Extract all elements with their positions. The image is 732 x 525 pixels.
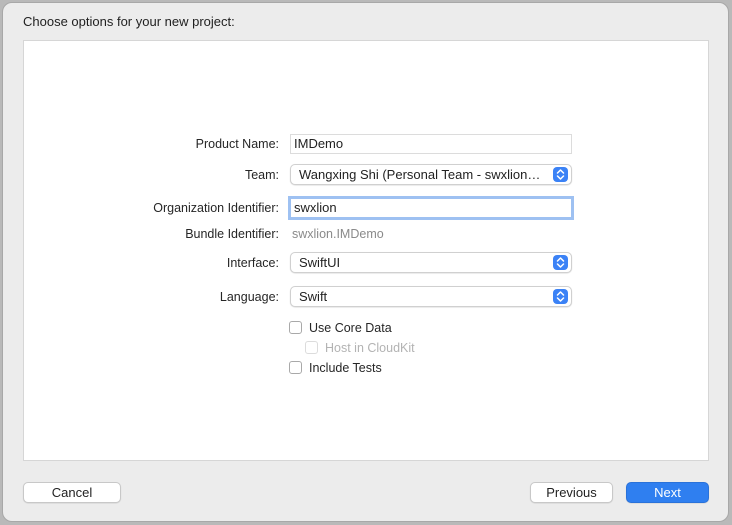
next-button[interactable]: Next [626, 482, 709, 503]
interface-row: Interface: SwiftUI [24, 251, 708, 275]
bundle-identifier-value: swxlion.IMDemo [292, 227, 384, 241]
previous-button[interactable]: Previous [530, 482, 613, 503]
organization-identifier-field[interactable]: swxlion [288, 196, 574, 220]
team-label: Team: [244, 168, 279, 182]
chevron-up-down-icon [553, 289, 568, 304]
interface-label: Interface: [226, 256, 279, 270]
host-in-cloudkit-label: Host in CloudKit [325, 341, 415, 355]
dialog-heading: Choose options for your new project: [23, 14, 235, 29]
team-popup[interactable]: Wangxing Shi (Personal Team - swxlion@..… [290, 164, 572, 185]
language-label: Language: [219, 290, 279, 304]
include-tests-checkbox[interactable] [289, 361, 302, 374]
chevron-up-down-icon [553, 167, 568, 182]
host-in-cloudkit-checkbox [305, 341, 318, 354]
bundle-identifier-row: Bundle Identifier: swxlion.IMDemo [24, 222, 708, 246]
team-row: Team: Wangxing Shi (Personal Team - swxl… [24, 163, 708, 187]
bundle-identifier-label: Bundle Identifier: [185, 227, 279, 241]
use-core-data-checkbox[interactable] [289, 321, 302, 334]
team-popup-value: Wangxing Shi (Personal Team - swxlion@..… [299, 167, 549, 182]
options-panel: Product Name: IMDemo Team: Wangxing Shi … [23, 40, 709, 461]
language-row: Language: Swift [24, 285, 708, 309]
language-popup-value: Swift [299, 289, 328, 304]
product-name-field[interactable]: IMDemo [290, 134, 572, 154]
new-project-dialog: Choose options for your new project: Pro… [2, 2, 729, 522]
organization-identifier-row: Organization Identifier: swxlion [24, 196, 708, 220]
product-name-row: Product Name: IMDemo [24, 132, 708, 156]
organization-identifier-label: Organization Identifier: [153, 201, 279, 215]
product-name-label: Product Name: [195, 137, 279, 151]
chevron-up-down-icon [553, 255, 568, 270]
interface-popup[interactable]: SwiftUI [290, 252, 572, 273]
interface-popup-value: SwiftUI [299, 255, 341, 270]
cancel-button[interactable]: Cancel [23, 482, 121, 503]
use-core-data-label: Use Core Data [309, 321, 392, 335]
include-tests-label: Include Tests [309, 361, 382, 375]
language-popup[interactable]: Swift [290, 286, 572, 307]
